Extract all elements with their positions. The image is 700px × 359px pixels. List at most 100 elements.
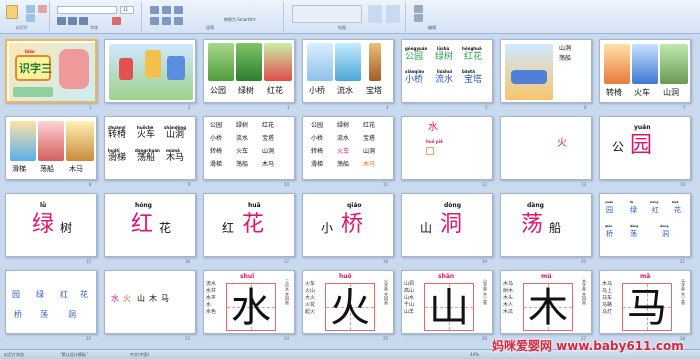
slide-thumbnail-5[interactable]: gōngyuán lǜshù hónghuā 公园 绿树 红花 xiǎoqiáo… bbox=[401, 39, 493, 103]
slide-thumbnail-8[interactable]: 滑梯 荡船 木马 bbox=[5, 116, 97, 180]
pinyin: qiáo bbox=[347, 202, 362, 209]
word: 公园 bbox=[405, 52, 424, 62]
slide-thumbnail-12[interactable]: 水 huǒ piě bbox=[401, 116, 493, 180]
flower-image bbox=[264, 43, 292, 81]
group-label-drawing: 绘图 bbox=[338, 25, 346, 30]
slide-thumbnail-22[interactable]: 园 绿 红 花 桥 荡 洞 bbox=[5, 270, 97, 334]
word-list: 木马 马上 马车 马路 马灯 bbox=[602, 281, 612, 316]
word: 木马 bbox=[503, 281, 514, 287]
slide-thumbnail-2[interactable] bbox=[104, 39, 196, 103]
ribbon-group-editing: 编辑 bbox=[408, 2, 468, 32]
slide-thumbnail-9[interactable]: zhuànyǐ huǒchē shāndòng 转椅 火车 山洞 huátī d… bbox=[104, 116, 196, 180]
slide-thumbnail-13[interactable]: 火 bbox=[500, 116, 592, 180]
shapes-gallery[interactable] bbox=[292, 5, 362, 23]
font-size-input[interactable]: 11 bbox=[120, 6, 134, 14]
slide-number: 14 bbox=[680, 182, 686, 187]
pinyin: dàng bbox=[630, 224, 639, 228]
new-slide-icon[interactable] bbox=[6, 5, 18, 19]
word: 木马 bbox=[602, 281, 613, 287]
slide-thumbnail-24[interactable]: 流水 水井 水平 水 水色 shuǐ 水 三点水 共四画 bbox=[203, 270, 295, 334]
character: 山 bbox=[429, 285, 469, 331]
slide-thumbnail-3[interactable]: 公园 绿树 红花 bbox=[203, 39, 295, 103]
slide-thumbnail-15[interactable]: lǜ 绿 树 bbox=[5, 193, 97, 257]
slide-thumbnail-28[interactable]: 木马 马上 马车 马路 马灯 mǎ 马 马字旁 共三画 bbox=[599, 270, 691, 334]
find-icon[interactable] bbox=[414, 5, 423, 13]
pinyin: shān bbox=[438, 273, 455, 280]
word: 宝塔 bbox=[363, 135, 376, 142]
ribbon: 幻灯片 11 字体 转换为 SmartArt 段落 绘图 编辑 bbox=[0, 0, 700, 34]
slide-thumbnail-4[interactable]: 小桥 流水 宝塔 bbox=[302, 39, 394, 103]
slide-number: 11 bbox=[383, 182, 389, 187]
slide-thumbnail-25[interactable]: 火车 火山 大火 火花 起火 huǒ 火 火字旁 共四画 bbox=[302, 270, 394, 334]
group-label-font: 字体 bbox=[90, 25, 98, 30]
layout-icon[interactable] bbox=[26, 5, 35, 13]
tianzige-grid: 火 bbox=[325, 283, 375, 331]
slide-thumbnail-27[interactable]: 木马 树木 木头 木人 木瓜 mù 木 木字旁 共四画 bbox=[500, 270, 592, 334]
word: 水 bbox=[206, 302, 212, 308]
slide-thumbnail-20[interactable]: dàng 荡 船 bbox=[500, 193, 592, 257]
word-prefix: 山 bbox=[420, 221, 433, 235]
slide-thumbnail-23[interactable]: 水 火 山 木 马 bbox=[104, 270, 196, 334]
zoom-level[interactable]: 44% bbox=[470, 352, 479, 357]
slide-thumbnail-19[interactable]: dòng 山 洞 bbox=[401, 193, 493, 257]
italic-icon[interactable] bbox=[68, 17, 77, 25]
word: 绿树 bbox=[238, 86, 254, 95]
numbering-icon[interactable] bbox=[162, 6, 171, 14]
reset-icon[interactable] bbox=[26, 14, 35, 22]
child-figure-image bbox=[145, 50, 161, 78]
convert-smartart-button[interactable]: 转换为 SmartArt bbox=[224, 17, 255, 23]
slide-thumbnail-14[interactable]: yuán 公 园 bbox=[599, 116, 691, 180]
slide-thumbnail-6[interactable]: 山洞 荡船 bbox=[500, 39, 592, 103]
water-image bbox=[335, 43, 361, 81]
character: 山 bbox=[137, 294, 145, 303]
slide-thumbnail-1[interactable]: 识字三 biǎo bbox=[5, 39, 97, 103]
slide-thumbnail-7[interactable]: 转椅 火车 山洞 bbox=[599, 39, 691, 103]
pinyin: huǒ piě bbox=[426, 139, 443, 144]
park-image bbox=[208, 43, 234, 81]
slide-thumbnail-21[interactable]: yuán lǜ hóng huā 园 绿 红 花 qiáo dàng dòng … bbox=[599, 193, 691, 257]
delete-icon[interactable] bbox=[38, 5, 47, 13]
character: 花 bbox=[242, 212, 265, 237]
align-right-icon[interactable] bbox=[174, 17, 183, 25]
font-name-input[interactable] bbox=[57, 6, 117, 14]
cartoon-children-image bbox=[59, 49, 89, 89]
group-label-editing: 编辑 bbox=[428, 25, 436, 30]
character: 荡 bbox=[40, 310, 48, 319]
indent-icon[interactable] bbox=[174, 6, 183, 14]
align-center-icon[interactable] bbox=[162, 17, 171, 25]
word: 木马 bbox=[262, 161, 275, 168]
slide-thumbnail-10[interactable]: 公园 绿树 红花 小桥 流水 宝塔 转椅 火车 山洞 滑梯 荡船 木马 bbox=[203, 116, 295, 180]
slide-thumbnail-16[interactable]: hóng 红 花 bbox=[104, 193, 196, 257]
word: 小桥 bbox=[210, 135, 223, 142]
character: 红 bbox=[652, 206, 659, 214]
align-left-icon[interactable] bbox=[150, 17, 159, 25]
bold-icon[interactable] bbox=[57, 17, 66, 25]
underline-icon[interactable] bbox=[79, 17, 88, 25]
slide-number: 24 bbox=[284, 336, 290, 341]
replace-icon[interactable] bbox=[414, 14, 423, 22]
tree-image bbox=[236, 43, 262, 81]
font-color-icon[interactable] bbox=[112, 17, 121, 25]
slide-thumbnail-26[interactable]: 山洞 高山 山水 千山 山羊 shān 山 山字旁 共三画 bbox=[401, 270, 493, 334]
slide-thumbnail-11[interactable]: 公园 绿树 红花 小桥 流水 宝塔 转椅 火车 山洞 滑梯 荡船 木马 bbox=[302, 116, 394, 180]
word: 火山 bbox=[305, 288, 316, 294]
word: 红花 bbox=[464, 52, 483, 62]
word: 宝塔 bbox=[464, 75, 483, 85]
pinyin: huā bbox=[672, 200, 679, 204]
bullets-icon[interactable] bbox=[150, 6, 159, 14]
slide-image bbox=[10, 121, 36, 161]
word: 山洞 bbox=[559, 45, 572, 52]
quick-styles-icon[interactable] bbox=[386, 5, 400, 23]
stroke-note: 马字旁 共三画 bbox=[681, 279, 686, 305]
word: 马路 bbox=[602, 302, 613, 308]
slide-thumbnail-17[interactable]: huā 红 花 bbox=[203, 193, 295, 257]
pinyin: mù bbox=[541, 273, 552, 280]
pinyin: dàng bbox=[527, 202, 544, 209]
pagoda-image bbox=[369, 43, 381, 81]
slide-thumbnail-18[interactable]: qiáo 小 桥 bbox=[302, 193, 394, 257]
group-label-paragraph: 段落 bbox=[206, 25, 214, 30]
tianzige-grid: 马 bbox=[622, 283, 672, 331]
arrange-icon[interactable] bbox=[368, 5, 382, 23]
word: 滑梯 bbox=[108, 153, 127, 163]
word: 流水 bbox=[206, 281, 217, 287]
